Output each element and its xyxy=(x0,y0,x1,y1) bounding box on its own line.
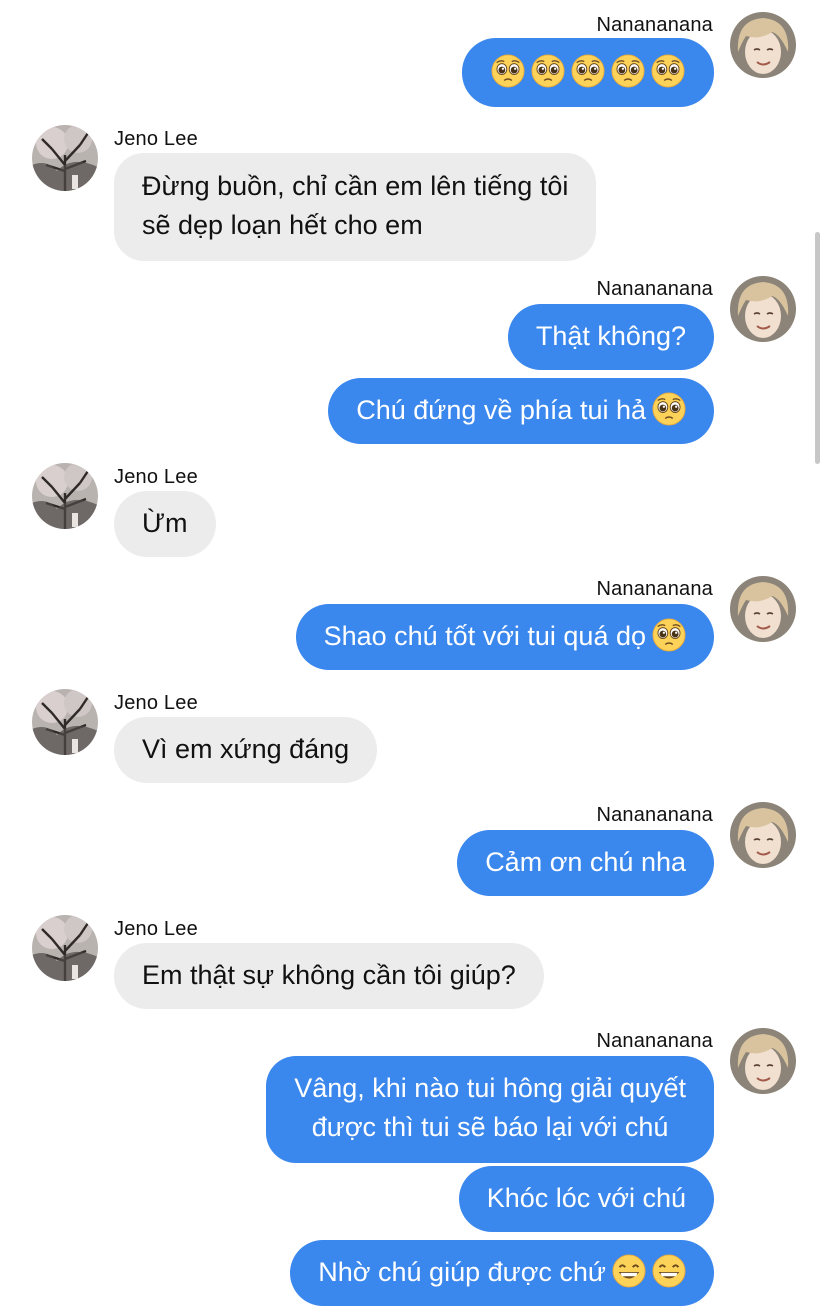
sender-name: Nanananana xyxy=(596,1030,713,1052)
message-bubble-outgoing[interactable]: Vâng, khi nào tui hông giải quyết được t… xyxy=(266,1056,714,1163)
grinning-face-emoji-icon xyxy=(612,1254,646,1288)
sender-name: Nanananana xyxy=(596,804,713,826)
message-text: Chú đứng về phía tui hả xyxy=(356,395,646,425)
pleading-face-emoji-icon xyxy=(491,54,525,88)
message-bubble-outgoing[interactable]: Thật không? xyxy=(507,304,714,370)
cherry-blossom-tree-avatar-icon[interactable] xyxy=(32,915,98,981)
blonde-person-avatar-icon[interactable] xyxy=(730,12,796,78)
grinning-face-emoji-icon xyxy=(652,1254,686,1288)
sender-name: Jeno Lee xyxy=(114,692,198,714)
sender-name: Jeno Lee xyxy=(114,128,198,150)
sender-name: Nanananana xyxy=(596,278,713,300)
message-bubble-outgoing[interactable]: Shao chú tốt với tui quá dọ xyxy=(295,604,714,670)
message-bubble-incoming[interactable]: Đừng buồn, chỉ cần em lên tiếng tôi sẽ d… xyxy=(114,153,597,261)
blonde-person-avatar-icon[interactable] xyxy=(730,1028,796,1094)
cherry-blossom-tree-avatar-icon[interactable] xyxy=(32,125,98,191)
blonde-person-avatar-icon[interactable] xyxy=(730,576,796,642)
sender-name: Jeno Lee xyxy=(114,918,198,940)
message-bubble-outgoing[interactable]: Cảm ơn chú nha xyxy=(457,830,714,896)
vertical-scrollbar[interactable] xyxy=(815,232,820,464)
message-bubble-outgoing[interactable]: Nhờ chú giúp được chứ xyxy=(290,1240,714,1306)
message-bubble-outgoing[interactable]: Khóc lóc với chú xyxy=(458,1166,714,1232)
cherry-blossom-tree-avatar-icon[interactable] xyxy=(32,689,98,755)
pleading-face-emoji-icon xyxy=(571,54,605,88)
message-bubble-incoming[interactable]: Vì em xứng đáng xyxy=(114,717,378,783)
pleading-face-emoji-icon xyxy=(531,54,565,88)
blonde-person-avatar-icon[interactable] xyxy=(730,276,796,342)
message-text: Nhờ chú giúp được chứ xyxy=(318,1257,606,1287)
pleading-face-emoji-icon xyxy=(611,54,645,88)
message-line: sẽ dẹp loạn hết cho em xyxy=(142,210,423,240)
blonde-person-avatar-icon[interactable] xyxy=(730,802,796,868)
message-bubble-outgoing[interactable] xyxy=(462,38,714,107)
message-text: Shao chú tốt với tui quá dọ xyxy=(323,621,646,651)
message-bubble-incoming[interactable]: Ừm xyxy=(114,491,216,557)
cherry-blossom-tree-avatar-icon[interactable] xyxy=(32,463,98,529)
sender-name: Nanananana xyxy=(596,14,713,36)
pleading-face-emoji-icon xyxy=(652,392,686,426)
message-bubble-outgoing[interactable]: Chú đứng về phía tui hả xyxy=(328,378,714,444)
message-line: Vâng, khi nào tui hông giải quyết xyxy=(294,1073,686,1103)
message-bubble-incoming[interactable]: Em thật sự không cần tôi giúp? xyxy=(114,943,544,1009)
sender-name: Jeno Lee xyxy=(114,466,198,488)
message-line: được thì tui sẽ báo lại với chú xyxy=(311,1112,669,1142)
sender-name: Nanananana xyxy=(596,578,713,600)
pleading-face-emoji-icon xyxy=(651,54,685,88)
pleading-face-emoji-icon xyxy=(652,618,686,652)
message-line: Đừng buồn, chỉ cần em lên tiếng tôi xyxy=(142,171,569,201)
